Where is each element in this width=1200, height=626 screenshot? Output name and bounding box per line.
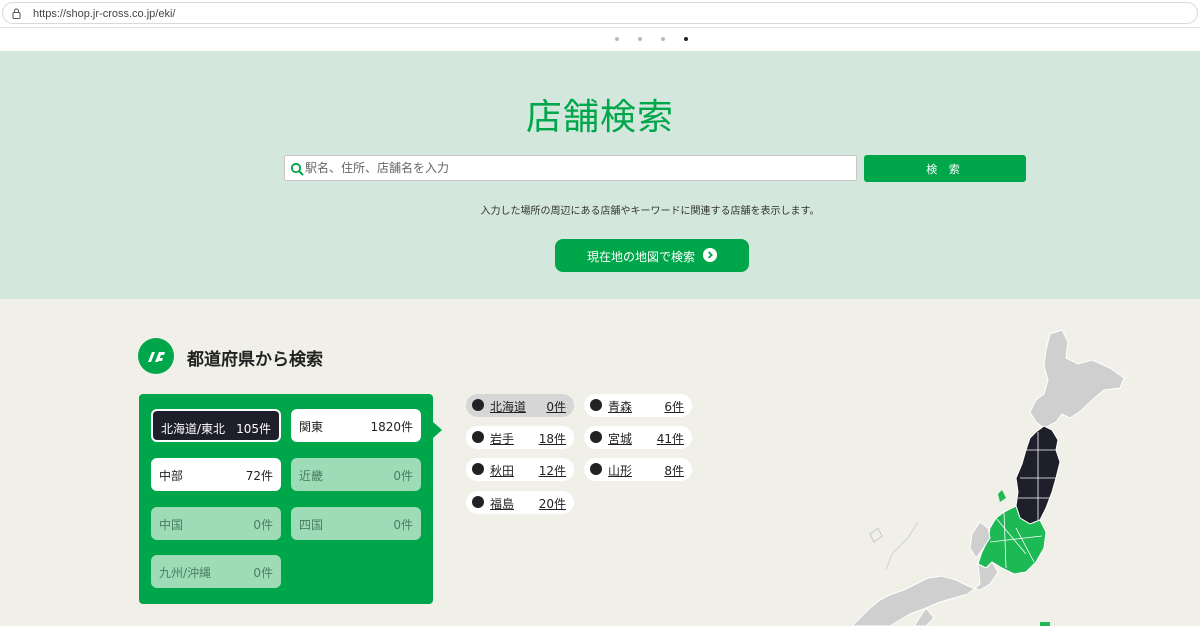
prefecture-count: 8件 (664, 464, 684, 478)
carousel-dot[interactable] (638, 37, 642, 41)
carousel-dot[interactable] (661, 37, 665, 41)
region-name: 近畿 (299, 469, 324, 483)
search-button[interactable]: 検 索 (864, 155, 1026, 182)
chevron-right-circle-icon (590, 431, 602, 443)
prefecture-link-akita[interactable]: 秋田 12件 (466, 458, 574, 481)
prefecture-link-fukushima[interactable]: 福島 20件 (466, 491, 574, 514)
jr-logo-icon (138, 338, 174, 374)
prefecture-name: 岩手 (490, 432, 515, 446)
lock-icon (12, 8, 21, 19)
chevron-right-circle-icon (590, 399, 602, 411)
region-count: 1820件 (370, 420, 413, 434)
prefecture-link-hokkaido[interactable]: 北海道 0件 (466, 394, 574, 417)
prefecture-name: 北海道 (490, 400, 527, 414)
region-count: 0件 (393, 518, 413, 532)
chevron-right-circle-icon (472, 463, 484, 475)
region-button-chubu[interactable]: 中部 72件 (151, 458, 281, 491)
map-hokkaido (1029, 329, 1125, 429)
prefecture-link-aomori[interactable]: 青森 6件 (584, 394, 692, 417)
region-name: 関東 (299, 420, 324, 434)
carousel-dot-active[interactable] (684, 37, 688, 41)
region-count: 105件 (236, 422, 271, 436)
prefecture-name: 福島 (490, 497, 515, 511)
search-help-text: 入力した場所の周辺にある店舗やキーワードに関連する店舗を表示します。 (480, 206, 820, 217)
current-location-map-label: 現在地の地図で検索 (587, 250, 696, 264)
prefecture-link-miyagi[interactable]: 宮城 41件 (584, 426, 692, 449)
prefecture-count: 18件 (538, 432, 566, 446)
region-count: 0件 (253, 518, 273, 532)
region-count: 0件 (253, 566, 273, 580)
prefecture-search-title: 都道府県から検索 (187, 350, 323, 370)
prefecture-count: 20件 (538, 497, 566, 511)
prefecture-count: 12件 (538, 464, 566, 478)
page-title: 店舗検索 (525, 97, 674, 138)
region-name: 四国 (299, 518, 324, 532)
region-button-hokkaido-tohoku[interactable]: 北海道/東北 105件 (151, 409, 281, 442)
region-count: 72件 (245, 469, 273, 483)
url-text[interactable]: https://shop.jr-cross.co.jp/eki/ (33, 8, 175, 20)
search-box[interactable] (284, 155, 857, 181)
prefecture-link-iwate[interactable]: 岩手 18件 (466, 426, 574, 449)
prefecture-link-yamagata[interactable]: 山形 8件 (584, 458, 692, 481)
region-name: 中部 (159, 469, 184, 483)
region-button-chugoku[interactable]: 中国 0件 (151, 507, 281, 540)
prefecture-name: 山形 (608, 464, 633, 478)
chevron-right-circle-icon (472, 431, 484, 443)
prefecture-name: 宮城 (608, 432, 633, 446)
panel-pointer (433, 422, 442, 438)
address-bar[interactable]: https://shop.jr-cross.co.jp/eki/ (2, 2, 1198, 24)
current-location-map-button[interactable]: 現在地の地図で検索 (555, 239, 749, 272)
prefecture-count: 0件 (546, 400, 566, 414)
prefecture-count: 41件 (656, 432, 684, 446)
region-name: 北海道/東北 (161, 422, 226, 436)
region-button-kyushu-okinawa[interactable]: 九州/沖縄 0件 (151, 555, 281, 588)
jr-mark (148, 352, 165, 362)
chevron-right-circle-icon (472, 496, 484, 508)
chevron-right-circle-icon (590, 463, 602, 475)
search-input[interactable] (305, 158, 850, 178)
chevron-right-circle-icon (472, 399, 484, 411)
region-button-kinki[interactable]: 近畿 0件 (291, 458, 421, 491)
carousel-dot[interactable] (615, 37, 619, 41)
region-name: 九州/沖縄 (159, 566, 212, 580)
search-icon (290, 162, 304, 176)
region-name: 中国 (159, 518, 184, 532)
prefecture-count: 6件 (664, 400, 684, 414)
carousel-strip (0, 28, 1200, 51)
region-count: 0件 (393, 469, 413, 483)
prefecture-name: 青森 (608, 400, 633, 414)
japan-region-map[interactable] (830, 322, 1200, 626)
region-button-shikoku[interactable]: 四国 0件 (291, 507, 421, 540)
region-button-kanto[interactable]: 関東 1820件 (291, 409, 421, 442)
browser-url-bar: https://shop.jr-cross.co.jp/eki/ (0, 0, 1200, 28)
chevron-right-circle-icon (703, 248, 717, 262)
prefecture-name: 秋田 (490, 464, 515, 478)
